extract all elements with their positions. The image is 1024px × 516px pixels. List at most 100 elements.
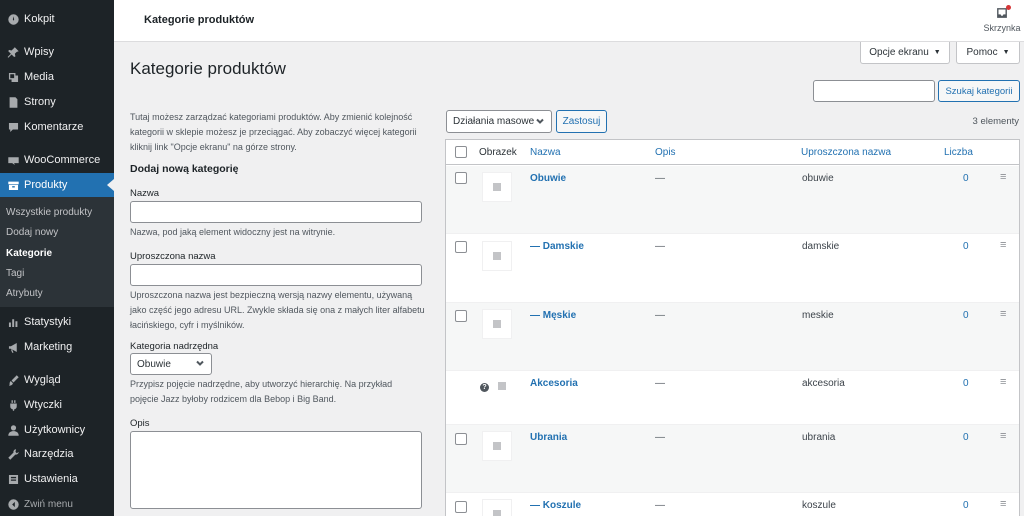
menu-wtyczki[interactable]: Wtyczki: [0, 393, 114, 417]
row-checkbox[interactable]: [455, 501, 467, 513]
col-image: Obrazek: [479, 147, 517, 158]
table-header: Obrazek Nazwa Opis Uproszczona nazwa Lic…: [446, 140, 1019, 165]
drag-handle-icon[interactable]: ≡: [1000, 498, 1006, 510]
menu-ustawienia[interactable]: Ustawienia: [0, 467, 114, 491]
category-slug: akcesoria: [802, 378, 845, 389]
category-count-link[interactable]: 0: [963, 378, 969, 389]
inbox-button[interactable]: Skrzynka: [980, 5, 1024, 33]
screen-options-button[interactable]: Opcje ekranu ▼: [860, 42, 950, 64]
parent-select[interactable]: Obuwie: [130, 353, 212, 375]
drag-handle-icon[interactable]: ≡: [1000, 239, 1006, 251]
add-category-heading: Dodaj nową kategorię: [130, 163, 239, 175]
menu-kokpit[interactable]: Kokpit: [0, 7, 114, 31]
dashboard-icon: [0, 13, 24, 26]
slug-help: Uproszczona nazwa jest bezpieczną wersją…: [130, 290, 425, 330]
category-count-link[interactable]: 0: [963, 500, 969, 511]
drag-handle-icon[interactable]: ≡: [1000, 430, 1006, 442]
category-name-link[interactable]: — Damskie: [530, 241, 584, 252]
comment-icon: [0, 121, 24, 134]
menu-marketing[interactable]: Marketing: [0, 335, 114, 359]
caret-down-icon: ▼: [933, 49, 941, 56]
table-row: ? Akcesoria — akcesoria 0 ≡: [446, 371, 1019, 425]
apply-button[interactable]: Zastosuj: [556, 110, 607, 133]
category-slug: koszule: [802, 500, 836, 511]
row-checkbox[interactable]: [455, 172, 467, 184]
search-button[interactable]: Szukaj kategorii: [938, 80, 1020, 102]
parent-help: Przypisz pojęcie nadrzędne, aby utworzyć…: [130, 379, 393, 404]
menu-label: Wygląd: [24, 374, 61, 386]
help-button[interactable]: Pomoc ▼: [956, 42, 1020, 64]
category-name-link[interactable]: — Męskie: [530, 310, 576, 321]
row-checkbox[interactable]: [455, 433, 467, 445]
image-placeholder-icon: [493, 442, 501, 450]
caret-down-icon: ▼: [1002, 49, 1010, 56]
thumbnail: [491, 375, 513, 397]
col-slug[interactable]: Uproszczona nazwa: [801, 147, 891, 158]
menu-label: Wtyczki: [24, 399, 62, 411]
category-name-link[interactable]: — Koszule: [530, 500, 581, 511]
menu-media[interactable]: Media: [0, 65, 114, 89]
category-name-link[interactable]: Ubrania: [530, 432, 567, 443]
pin-icon: [0, 46, 24, 59]
menu-uzytkownicy[interactable]: Użytkownicy: [0, 418, 114, 442]
menu-label: Zwiń menu: [24, 498, 73, 510]
top-bar: Kategorie produktów Skrzynka: [114, 0, 1024, 42]
submenu-categories[interactable]: Kategorie: [6, 248, 52, 259]
category-name-link[interactable]: Obuwie: [530, 173, 566, 184]
drag-handle-icon[interactable]: ≡: [1000, 171, 1006, 183]
category-description: —: [655, 173, 665, 184]
drag-handle-icon[interactable]: ≡: [1000, 308, 1006, 320]
menu-komentarze[interactable]: Komentarze: [0, 115, 114, 139]
settings-icon: [0, 473, 24, 486]
slug-input[interactable]: [130, 264, 422, 286]
image-placeholder-icon: [493, 510, 501, 516]
menu-woocommerce[interactable]: WooCommerce: [0, 148, 114, 172]
menu-narzedzia[interactable]: Narzędzia: [0, 442, 114, 466]
category-description: —: [655, 310, 665, 321]
submenu-attributes[interactable]: Atrybuty: [6, 288, 43, 299]
submenu-add-new[interactable]: Dodaj nowy: [6, 227, 58, 238]
table-row: — Męskie — meskie 0 ≡: [446, 303, 1019, 371]
slug-label: Uproszczona nazwa: [130, 251, 216, 262]
thumbnail: [482, 431, 512, 461]
categories-table: Obrazek Nazwa Opis Uproszczona nazwa Lic…: [445, 139, 1020, 516]
menu-statystyki[interactable]: Statystyki: [0, 310, 114, 334]
row-checkbox[interactable]: [455, 241, 467, 253]
name-input[interactable]: [130, 201, 422, 223]
table-row: — Damskie — damskie 0 ≡: [446, 234, 1019, 303]
row-checkbox[interactable]: [455, 310, 467, 322]
category-count-link[interactable]: 0: [963, 241, 969, 252]
col-name[interactable]: Nazwa: [530, 147, 561, 158]
bulk-actions-select[interactable]: Działania masowe: [446, 110, 552, 133]
description-textarea[interactable]: [130, 431, 422, 509]
bulk-actions-value: Działania masowe: [453, 116, 535, 127]
menu-wpisy[interactable]: Wpisy: [0, 40, 114, 64]
chart-icon: [0, 316, 24, 329]
category-slug: meskie: [802, 310, 834, 321]
category-description: —: [655, 241, 665, 252]
category-name-link[interactable]: Akcesoria: [530, 378, 578, 389]
thumbnail: [482, 241, 512, 271]
collapse-icon: [0, 498, 24, 511]
category-count-link[interactable]: 0: [963, 432, 969, 443]
help-icon[interactable]: ?: [480, 383, 489, 392]
menu-collapse[interactable]: Zwiń menu: [0, 492, 114, 516]
col-description[interactable]: Opis: [655, 147, 676, 158]
submenu-tags[interactable]: Tagi: [6, 268, 24, 279]
category-count-link[interactable]: 0: [963, 173, 969, 184]
brush-icon: [0, 374, 24, 387]
menu-label: Produkty: [24, 179, 68, 191]
menu-wyglad[interactable]: Wygląd: [0, 368, 114, 392]
col-count[interactable]: Liczba: [944, 147, 973, 158]
category-description: —: [655, 378, 665, 389]
image-placeholder-icon: [493, 320, 501, 328]
category-count-link[interactable]: 0: [963, 310, 969, 321]
thumbnail: [482, 309, 512, 339]
select-all-checkbox[interactable]: [455, 146, 467, 158]
drag-handle-icon[interactable]: ≡: [1000, 376, 1006, 388]
menu-strony[interactable]: Strony: [0, 90, 114, 114]
submenu-all-products[interactable]: Wszystkie produkty: [6, 207, 92, 218]
search-input[interactable]: [813, 80, 935, 102]
menu-label: WooCommerce: [24, 154, 101, 166]
menu-produkty[interactable]: Produkty: [0, 173, 114, 197]
